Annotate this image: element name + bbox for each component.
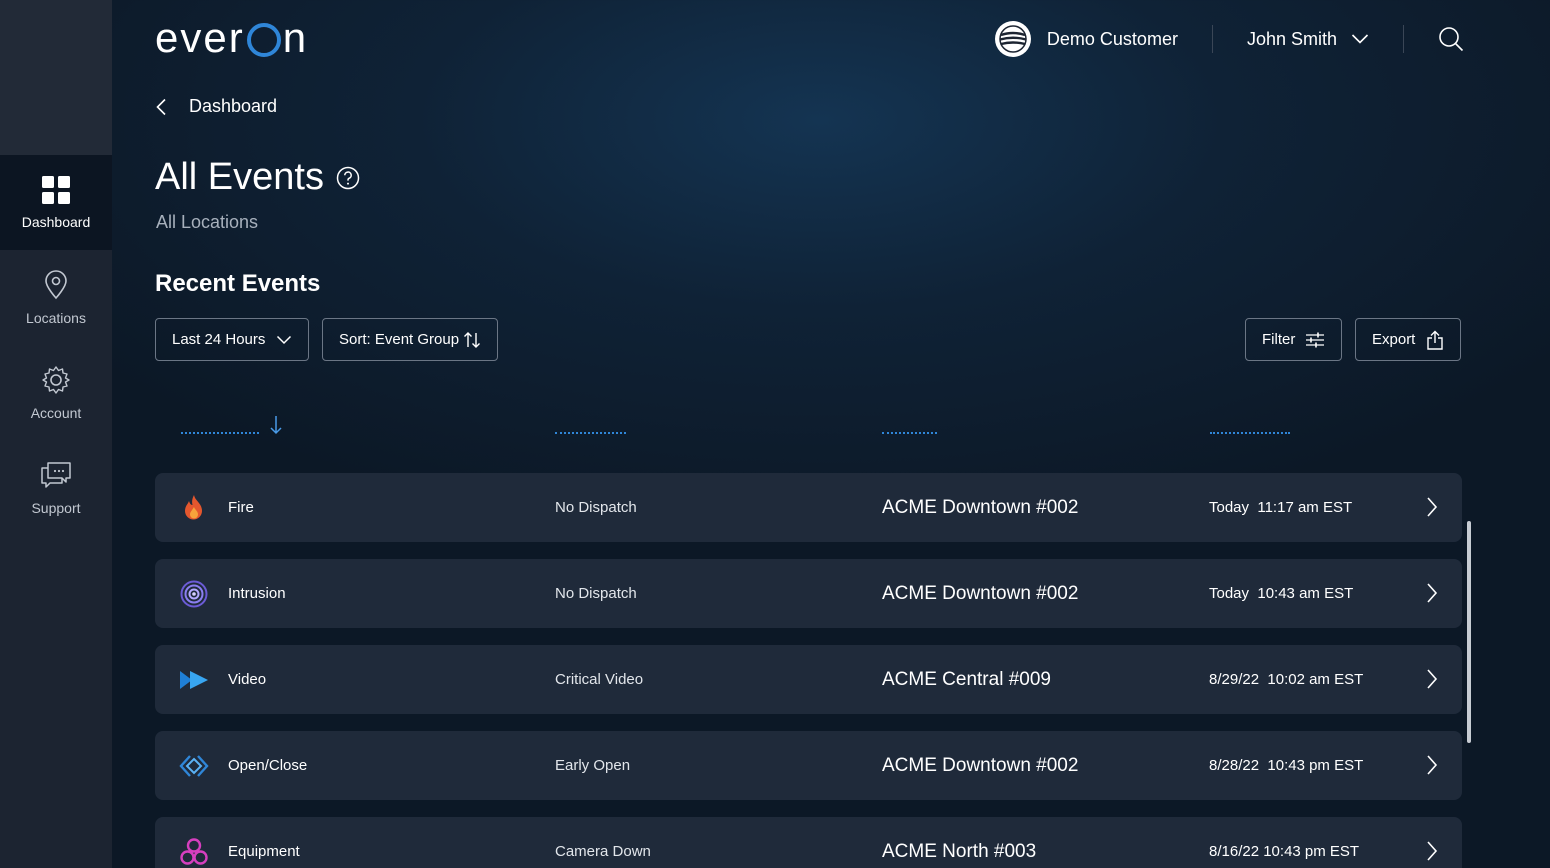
sort-button[interactable]: Sort: Event Group bbox=[322, 318, 498, 361]
logo-ring-icon bbox=[246, 23, 281, 57]
page-subtitle: All Locations bbox=[156, 212, 259, 232]
sidebar-item-dashboard[interactable]: Dashboard bbox=[0, 155, 112, 250]
header-divider bbox=[1403, 25, 1404, 53]
sidebar-item-label: Locations bbox=[26, 309, 86, 326]
event-row[interactable]: Intrusion No Dispatch ACME Downtown #002… bbox=[155, 559, 1462, 628]
chevron-right-icon[interactable] bbox=[1426, 754, 1438, 776]
everon-logo[interactable]: ever n bbox=[155, 14, 308, 62]
column-header-event[interactable] bbox=[181, 432, 259, 434]
sidebar: Dashboard Locations Account Support bbox=[0, 0, 112, 868]
fire-icon bbox=[179, 493, 209, 523]
event-row[interactable]: Fire No Dispatch ACME Downtown #002 Toda… bbox=[155, 473, 1462, 542]
event-time: 8/28/22 10:43 pm EST bbox=[1209, 757, 1364, 774]
sliders-icon bbox=[1306, 332, 1324, 347]
user-menu[interactable]: John Smith bbox=[1247, 29, 1337, 50]
event-time: 8/29/22 10:02 am EST bbox=[1209, 671, 1364, 688]
event-location: ACME Downtown #002 bbox=[882, 582, 1079, 604]
event-dispatch: Camera Down bbox=[555, 843, 651, 860]
sidebar-item-label: Account bbox=[30, 404, 82, 421]
export-button[interactable]: Export bbox=[1355, 318, 1461, 361]
event-time: 8/16/22 10:43 pm EST bbox=[1209, 843, 1360, 860]
time-range-dropdown[interactable]: Last 24 Hours bbox=[155, 318, 309, 361]
sidebar-item-label: Dashboard bbox=[21, 213, 91, 230]
time-range-label: Last 24 Hours bbox=[172, 331, 266, 348]
event-dispatch: Early Open bbox=[555, 757, 631, 774]
event-type: Equipment bbox=[228, 843, 300, 860]
sort-label: Sort: Event Group bbox=[339, 331, 460, 348]
header-account-area: Demo Customer John Smith bbox=[994, 20, 1464, 58]
sidebar-top bbox=[0, 0, 112, 155]
event-dispatch: Critical Video bbox=[555, 671, 644, 688]
chevron-right-icon[interactable] bbox=[1426, 496, 1438, 518]
chevron-right-icon[interactable] bbox=[1426, 668, 1438, 690]
chevron-down-icon[interactable] bbox=[1351, 33, 1369, 45]
event-type: Open/Close bbox=[228, 757, 308, 774]
column-header-dispatch[interactable] bbox=[555, 432, 626, 434]
event-type: Intrusion bbox=[228, 585, 286, 602]
chevron-left-icon[interactable] bbox=[155, 98, 167, 116]
filter-button[interactable]: Filter bbox=[1245, 318, 1342, 361]
event-type: Video bbox=[228, 671, 267, 688]
event-location: ACME Downtown #002 bbox=[882, 496, 1079, 518]
section-title: Recent Events bbox=[155, 270, 321, 297]
location-pin-icon bbox=[45, 269, 67, 299]
page-title-text: All Events bbox=[155, 156, 324, 198]
event-row[interactable]: Open/Close Early Open ACME Downtown #002… bbox=[155, 731, 1462, 800]
logo-text-suffix: n bbox=[282, 14, 309, 61]
column-header-time[interactable] bbox=[1210, 432, 1290, 434]
column-header-location[interactable] bbox=[882, 432, 937, 434]
event-dispatch: No Dispatch bbox=[555, 585, 637, 602]
share-upload-icon bbox=[1427, 330, 1443, 350]
sidebar-item-support[interactable]: Support bbox=[0, 440, 112, 535]
sidebar-item-account[interactable]: Account bbox=[0, 345, 112, 440]
breadcrumb[interactable]: Dashboard bbox=[155, 96, 277, 117]
chevron-down-icon bbox=[276, 335, 292, 344]
scrollbar-thumb[interactable] bbox=[1467, 521, 1471, 743]
video-icon bbox=[179, 665, 209, 695]
header-divider bbox=[1211, 25, 1213, 53]
filter-label: Filter bbox=[1262, 331, 1296, 348]
arrow-down-icon[interactable] bbox=[268, 415, 284, 435]
customer-name[interactable]: Demo Customer bbox=[1047, 29, 1178, 50]
event-location: ACME North #003 bbox=[882, 840, 1037, 862]
page-title: All Events bbox=[155, 156, 360, 199]
customer-globe-icon[interactable] bbox=[994, 21, 1031, 57]
grid-icon bbox=[42, 175, 70, 204]
chevron-right-icon[interactable] bbox=[1426, 582, 1438, 604]
search-icon[interactable] bbox=[1438, 26, 1464, 52]
event-time: Today 10:43 am EST bbox=[1209, 585, 1354, 602]
event-time: Today 11:17 am EST bbox=[1209, 499, 1353, 516]
event-row[interactable]: Video Critical Video ACME Central #009 8… bbox=[155, 645, 1462, 714]
event-row[interactable]: Equipment Camera Down ACME North #003 8/… bbox=[155, 817, 1462, 868]
sidebar-item-label: Support bbox=[31, 499, 81, 516]
event-dispatch: No Dispatch bbox=[555, 499, 637, 516]
sort-arrows-icon bbox=[464, 331, 480, 348]
event-type: Fire bbox=[228, 499, 254, 516]
chat-icon bbox=[41, 461, 71, 488]
chevron-right-icon[interactable] bbox=[1426, 840, 1438, 862]
open-close-icon bbox=[179, 751, 209, 781]
export-label: Export bbox=[1372, 331, 1416, 348]
breadcrumb-label[interactable]: Dashboard bbox=[189, 96, 277, 117]
event-location: ACME Downtown #002 bbox=[882, 754, 1079, 776]
help-icon[interactable] bbox=[336, 166, 360, 190]
sidebar-item-locations[interactable]: Locations bbox=[0, 250, 112, 345]
gear-icon bbox=[42, 365, 70, 394]
intrusion-icon bbox=[179, 579, 209, 609]
event-location: ACME Central #009 bbox=[882, 668, 1051, 690]
logo-text-prefix: ever bbox=[155, 14, 245, 61]
equipment-icon bbox=[179, 837, 209, 867]
